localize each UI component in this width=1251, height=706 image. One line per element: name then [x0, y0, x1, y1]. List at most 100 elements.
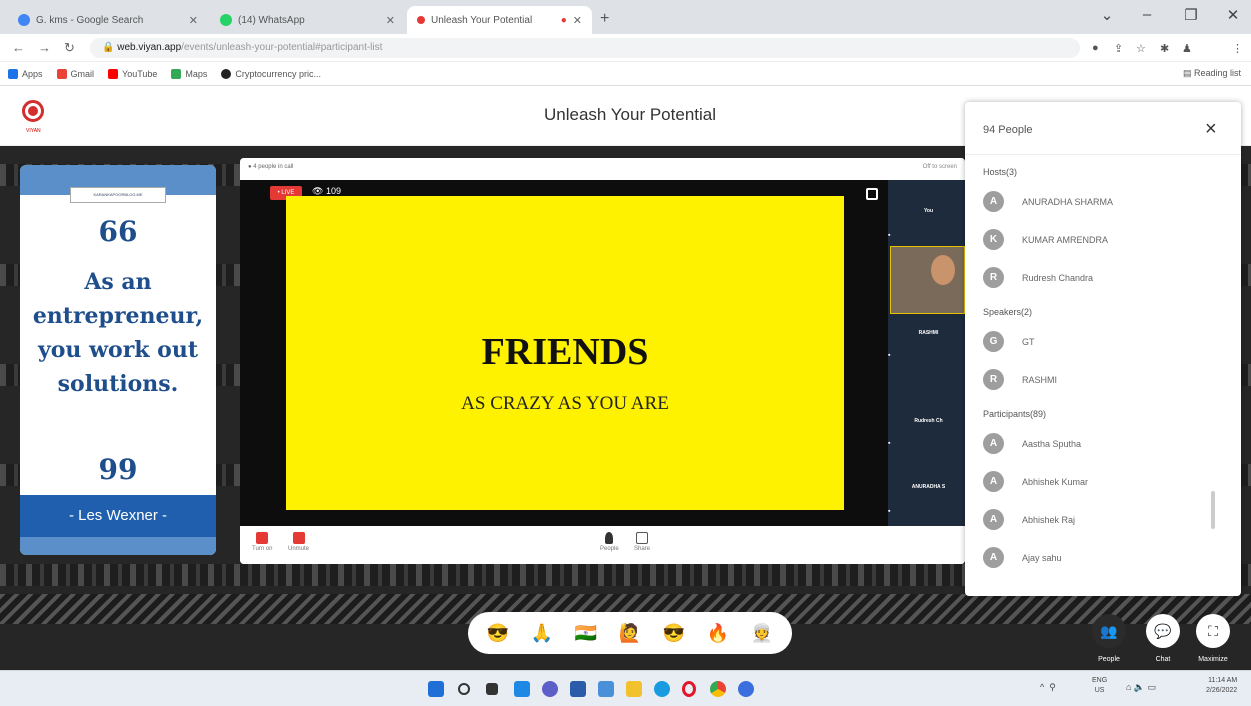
file-explorer-icon[interactable] — [626, 681, 642, 697]
people-list[interactable]: Hosts(3) A ANURADHA SHARMA K KUMAR AMRENDR… — [965, 154, 1241, 596]
recording-dot-icon: ● — [560, 14, 567, 26]
list-item[interactable]: R Rudresh Chandra — [983, 267, 1213, 288]
bookmark-apps[interactable]: Apps — [8, 68, 43, 79]
close-icon[interactable]: × — [1205, 118, 1217, 141]
people-control[interactable]: People — [600, 532, 619, 552]
browser-tab-event[interactable]: Unleash Your Potential ● ✕ — [407, 6, 592, 34]
camera-button[interactable]: Turn on — [252, 532, 272, 552]
menu-icon[interactable]: ⋮ — [1232, 42, 1243, 55]
viyan-logo[interactable] — [22, 100, 44, 122]
pin-icon[interactable]: ▪ — [888, 440, 890, 447]
task-view-icon[interactable] — [486, 683, 498, 695]
system-tray[interactable]: ^ ⚲ — [1040, 682, 1056, 693]
avatar: K — [983, 229, 1004, 250]
slide-subtitle: AS CRAZY AS YOU ARE — [461, 393, 669, 414]
forward-icon[interactable]: → — [38, 40, 51, 55]
india-flag-emoji-button[interactable]: 🇮🇳 — [572, 619, 600, 647]
widgets-icon[interactable] — [514, 681, 530, 697]
url-host: web.viyan.app — [117, 42, 182, 53]
list-item[interactable]: A Ajay sahu — [983, 547, 1213, 568]
turban-emoji-button[interactable]: 👳 — [748, 619, 776, 647]
video-topbar: ● 4 people in call — [240, 158, 965, 180]
list-item[interactable]: A Aastha Sputha — [983, 433, 1213, 454]
close-tab-icon[interactable]: ✕ — [189, 14, 198, 27]
bookmark-gmail[interactable]: Gmail — [56, 68, 94, 79]
language-indicator[interactable]: ENG US — [1092, 676, 1107, 696]
bookmark-maps[interactable]: Maps — [171, 68, 207, 79]
key-icon[interactable]: ● — [1092, 42, 1099, 54]
list-item[interactable]: G GT — [983, 331, 1213, 352]
windows-taskbar — [0, 670, 1251, 706]
browser-tab-google[interactable]: G. kms - Google Search ✕ — [8, 6, 208, 34]
layout-menu-icon[interactable] — [866, 188, 878, 200]
close-tab-icon[interactable]: ✕ — [386, 14, 395, 27]
quote-card-bottom — [20, 537, 216, 555]
reload-icon[interactable]: ↻ — [64, 40, 75, 56]
unmute-button[interactable]: Unmute — [288, 532, 309, 552]
video-tile-rashmi[interactable]: RASHMI — [892, 330, 965, 336]
list-item[interactable]: A ANURADHA SHARMA — [983, 191, 1213, 212]
maximize-icon: ⛶ — [1208, 622, 1218, 639]
pin-icon[interactable]: ▪ — [888, 232, 890, 239]
app-icon[interactable] — [598, 681, 614, 697]
whatsapp-icon — [220, 14, 232, 26]
pray-emoji-button[interactable]: 🙏 — [528, 619, 556, 647]
video-tile-rudresh[interactable]: Rudresh Ch — [892, 418, 965, 424]
list-item[interactable]: R RASHMI — [983, 369, 1213, 390]
search-icon[interactable] — [458, 683, 470, 695]
chat-button[interactable]: 💬 — [1146, 614, 1180, 648]
chrome-icon[interactable] — [710, 681, 726, 697]
fire-emoji-button[interactable]: 🔥 — [704, 619, 732, 647]
shared-slide: FRIENDS AS CRAZY AS YOU ARE — [286, 196, 844, 510]
store-icon[interactable] — [570, 681, 586, 697]
clock[interactable]: 11:14 AM 2/26/2022 — [1206, 676, 1237, 696]
reading-list[interactable]: ▤ Reading list — [1183, 68, 1241, 79]
close-tab-icon[interactable]: ✕ — [573, 14, 582, 27]
tab-search-icon[interactable]: ⌄ — [1092, 6, 1122, 24]
avatar: G — [983, 331, 1004, 352]
raise-hand-emoji-button[interactable]: 🙋 — [616, 619, 644, 647]
bookmark-star-icon[interactable]: ☆ — [1136, 42, 1146, 55]
sunglasses-emoji-button[interactable]: 😎 — [484, 619, 512, 647]
browser-tab-bar: G. kms - Google Search ✕ (14) WhatsApp ✕… — [0, 0, 1251, 34]
bookmark-crypto[interactable]: Cryptocurrency pric... — [221, 68, 321, 79]
restore-button[interactable]: ❐ — [1176, 6, 1206, 24]
edge-icon[interactable] — [654, 681, 670, 697]
close-window-button[interactable]: ✕ — [1218, 6, 1248, 24]
share-control[interactable]: Share — [634, 532, 650, 552]
people-icon: 👥 — [1100, 622, 1118, 639]
bookmark-youtube[interactable]: YouTube — [108, 68, 157, 79]
browser-tab-whatsapp[interactable]: (14) WhatsApp ✕ — [210, 6, 405, 34]
address-bar[interactable]: 🔒 web.viyan.app/events/unleash-your-pote… — [90, 38, 1080, 58]
people-button[interactable]: 👥 — [1092, 614, 1126, 648]
list-item[interactable]: A Abhishek Kumar — [983, 471, 1213, 492]
minimize-button[interactable]: – — [1132, 6, 1162, 23]
opera-icon[interactable] — [682, 681, 696, 697]
eye-icon: 👁 — [312, 186, 324, 196]
profile-icon[interactable]: ♟ — [1182, 42, 1192, 55]
maximize-button[interactable]: ⛶ — [1196, 614, 1230, 648]
start-icon[interactable] — [428, 681, 444, 697]
scrollbar[interactable] — [1211, 491, 1215, 529]
tab-title: G. kms - Google Search — [36, 14, 144, 26]
signal-icon[interactable] — [738, 681, 754, 697]
extensions-icon[interactable]: ✱ — [1160, 42, 1169, 55]
camera-off-icon — [256, 532, 269, 544]
list-item[interactable]: A Abhishek Raj — [983, 509, 1213, 530]
new-tab-button[interactable]: + — [600, 10, 609, 28]
bookmarks-bar: Apps Gmail YouTube Maps Cryptocurrency p… — [0, 62, 1251, 86]
pin-icon[interactable]: ▪ — [888, 508, 890, 515]
teams-icon[interactable] — [542, 681, 558, 697]
browser-toolbar: ← → ↻ 🔒 web.viyan.app/events/unleash-you… — [0, 34, 1251, 62]
share-icon[interactable]: ⇪ — [1114, 42, 1123, 55]
back-icon[interactable]: ← — [12, 40, 25, 55]
video-tile-anuradha[interactable]: ANURADHA S — [892, 484, 965, 490]
reactions-bar: 😎 🙏 🇮🇳 🙋 😎 🔥 👳 — [468, 612, 792, 654]
webcam-feed[interactable] — [890, 246, 965, 314]
network-volume-battery-icons[interactable]: ⌂ 🔈 ▭ — [1126, 682, 1156, 693]
video-tile-you[interactable]: You — [892, 208, 965, 214]
pin-icon[interactable]: ▪ — [888, 352, 890, 359]
viyan-icon — [417, 16, 425, 24]
list-item[interactable]: K KUMAR AMRENDRA — [983, 229, 1213, 250]
sunglasses-emoji-button[interactable]: 😎 — [660, 619, 688, 647]
